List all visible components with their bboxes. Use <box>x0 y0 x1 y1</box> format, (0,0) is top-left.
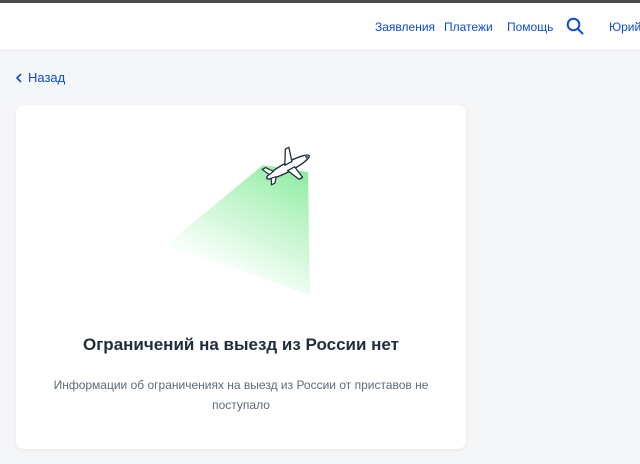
user-profile-link[interactable]: Юрий <box>609 20 640 34</box>
nav-payments-link[interactable]: Платежи <box>444 20 493 34</box>
result-message: Информации об ограничениях на выезд из Р… <box>53 378 429 412</box>
airplane-illustration <box>166 146 310 295</box>
search-icon[interactable] <box>566 17 584 35</box>
chevron-left-icon <box>16 73 22 83</box>
scan-beam <box>166 165 310 295</box>
back-button-label: Назад <box>28 70 66 85</box>
result-card: Ограничений на выезд из России нет Инфор… <box>16 105 466 449</box>
nav-help-link[interactable]: Помощь <box>507 20 553 34</box>
result-title: Ограничений на выезд из России нет <box>83 335 399 354</box>
site-header: Заявления Платежи Помощь Юрий <box>0 3 640 51</box>
back-button[interactable]: Назад <box>15 70 65 86</box>
nav-applications-link[interactable]: Заявления <box>375 20 435 34</box>
